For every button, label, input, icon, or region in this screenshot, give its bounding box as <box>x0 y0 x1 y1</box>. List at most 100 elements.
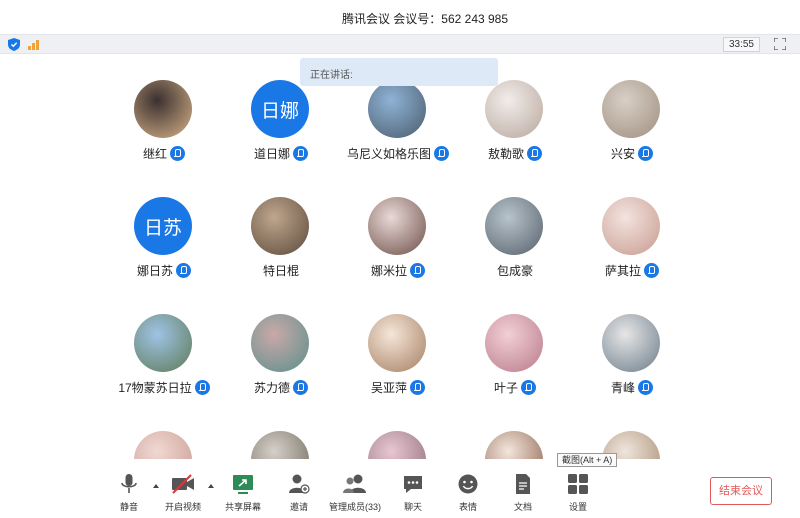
avatar[interactable] <box>368 197 426 255</box>
microphone-icon <box>521 380 536 395</box>
meeting-title: 腾讯会议 会议号：562 243 985 <box>341 12 509 26</box>
microphone-icon <box>410 263 425 278</box>
participant-name: 萨其拉 <box>604 264 641 278</box>
manage-members-button[interactable]: 管理成员(33) <box>327 471 383 513</box>
microphone-icon <box>293 380 308 395</box>
participant-name: 敖勒歌 <box>487 147 524 161</box>
grid-settings-icon <box>568 474 588 494</box>
add-person-icon <box>289 474 310 494</box>
status-bar: 33:55 <box>0 34 800 54</box>
participant-tile[interactable]: 特日棍 <box>222 171 340 278</box>
members-icon <box>343 474 366 493</box>
participant-tile[interactable] <box>456 405 574 459</box>
invite-label: 邀请 <box>289 502 308 512</box>
invite-button[interactable]: 邀请 <box>271 471 327 513</box>
participant-tile[interactable] <box>573 405 691 459</box>
participant-tile[interactable]: 苏力德 <box>222 288 340 395</box>
avatar[interactable] <box>134 314 192 372</box>
docs-button[interactable]: 文档 <box>495 471 551 513</box>
participant-tile[interactable]: 日苏 娜日苏 <box>105 171 223 278</box>
participant-name-row: 萨其拉 <box>553 262 711 279</box>
fullscreen-icon[interactable] <box>774 38 786 50</box>
avatar[interactable] <box>251 314 309 372</box>
emoji-icon <box>458 474 478 494</box>
avatar[interactable] <box>134 431 192 459</box>
manage-members-label: 管理成员(33) <box>328 502 381 512</box>
video-options-caret[interactable] <box>208 484 214 488</box>
participant-name: 包成豪 <box>496 264 533 278</box>
avatar[interactable] <box>368 314 426 372</box>
participant-name: 乌尼义如格乐图 <box>346 147 431 161</box>
avatar[interactable] <box>602 80 660 138</box>
speaking-indicator: 正在讲话: <box>300 58 498 86</box>
microphone-icon <box>638 146 653 161</box>
participant-name: 特日棍 <box>262 264 299 278</box>
avatar[interactable] <box>251 197 309 255</box>
share-screen-label: 共享屏幕 <box>224 502 261 512</box>
microphone-icon <box>527 146 542 161</box>
avatar[interactable] <box>485 314 543 372</box>
title-bar: 腾讯会议 会议号：562 243 985 <box>0 0 800 34</box>
participant-tile[interactable]: 娜米拉 <box>339 171 457 278</box>
participant-name: 娜米拉 <box>370 264 407 278</box>
participant-grid: 继红 日娜 道日娜 乌尼义如格乐图 敖勒歌 兴安 日苏 娜日苏 特日棍 娜米拉 包成豪 萨其拉 17物蒙… <box>0 54 800 459</box>
avatar[interactable]: 日苏 <box>134 197 192 255</box>
participant-tile[interactable]: 萨其拉 <box>573 171 691 278</box>
avatar[interactable] <box>368 80 426 138</box>
chat-icon <box>404 476 422 493</box>
chat-label: 聊天 <box>403 502 422 512</box>
avatar[interactable] <box>485 80 543 138</box>
settings-label: 设置 <box>568 502 587 512</box>
participant-tile[interactable]: 叶子 <box>456 288 574 395</box>
document-icon <box>516 474 530 494</box>
participant-tile[interactable]: 兴安 <box>573 54 691 161</box>
avatar[interactable] <box>485 431 543 459</box>
avatar[interactable] <box>485 197 543 255</box>
end-meeting-button[interactable]: 结束会议 <box>710 477 772 505</box>
microphone-icon <box>170 146 185 161</box>
participant-name-row: 兴安 <box>553 145 711 162</box>
microphone-icon <box>176 263 191 278</box>
screenshot-tooltip: 截图(Alt + A) <box>557 453 618 467</box>
participant-name: 青峰 <box>610 381 635 395</box>
mute-label: 静音 <box>119 502 138 512</box>
settings-button[interactable]: 设置 <box>550 471 606 513</box>
participant-name-row: 青峰 <box>553 379 711 396</box>
participant-tile[interactable]: 17物蒙苏日拉 <box>105 288 223 395</box>
participant-tile[interactable] <box>105 405 223 459</box>
participant-name: 娜日苏 <box>136 264 173 278</box>
avatar[interactable] <box>251 431 309 459</box>
bottom-toolbar: 静音 开启视频 共享屏幕 邀请 管理成员(33) 聊天 表情 文档 设置 <box>0 459 800 518</box>
participant-tile[interactable]: 吴亚萍 <box>339 288 457 395</box>
avatar[interactable]: 日娜 <box>251 80 309 138</box>
microphone-icon <box>644 263 659 278</box>
participant-tile[interactable]: 包成豪 <box>456 171 574 278</box>
network-signal-icon[interactable] <box>28 39 42 50</box>
video-button[interactable]: 开启视频 <box>155 471 211 513</box>
share-screen-icon <box>233 475 253 494</box>
avatar[interactable] <box>134 80 192 138</box>
chat-button[interactable]: 聊天 <box>385 471 441 513</box>
share-screen-button[interactable]: 共享屏幕 <box>215 471 271 513</box>
shield-icon[interactable] <box>8 38 20 51</box>
participant-name: 17物蒙苏日拉 <box>118 381 192 395</box>
docs-label: 文档 <box>513 502 532 512</box>
microphone-icon <box>638 380 653 395</box>
avatar[interactable] <box>602 314 660 372</box>
participant-name: 道日娜 <box>253 147 290 161</box>
participant-name: 继红 <box>142 147 167 161</box>
mute-button[interactable]: 静音 <box>101 471 157 513</box>
meeting-window: 腾讯会议 会议号：562 243 985 33:55 正在讲话: 继红 日娜道日娜… <box>0 0 800 518</box>
participant-name: 兴安 <box>610 147 635 161</box>
participant-tile[interactable]: 继红 <box>105 54 223 161</box>
avatar[interactable] <box>368 431 426 459</box>
microphone-icon <box>121 474 137 493</box>
emoji-button[interactable]: 表情 <box>440 471 496 513</box>
participant-tile[interactable] <box>339 405 457 459</box>
participant-tile[interactable] <box>222 405 340 459</box>
emoji-label: 表情 <box>458 502 477 512</box>
video-label: 开启视频 <box>164 502 201 512</box>
avatar[interactable] <box>602 197 660 255</box>
participant-tile[interactable]: 青峰 <box>573 288 691 395</box>
microphone-icon <box>410 380 425 395</box>
